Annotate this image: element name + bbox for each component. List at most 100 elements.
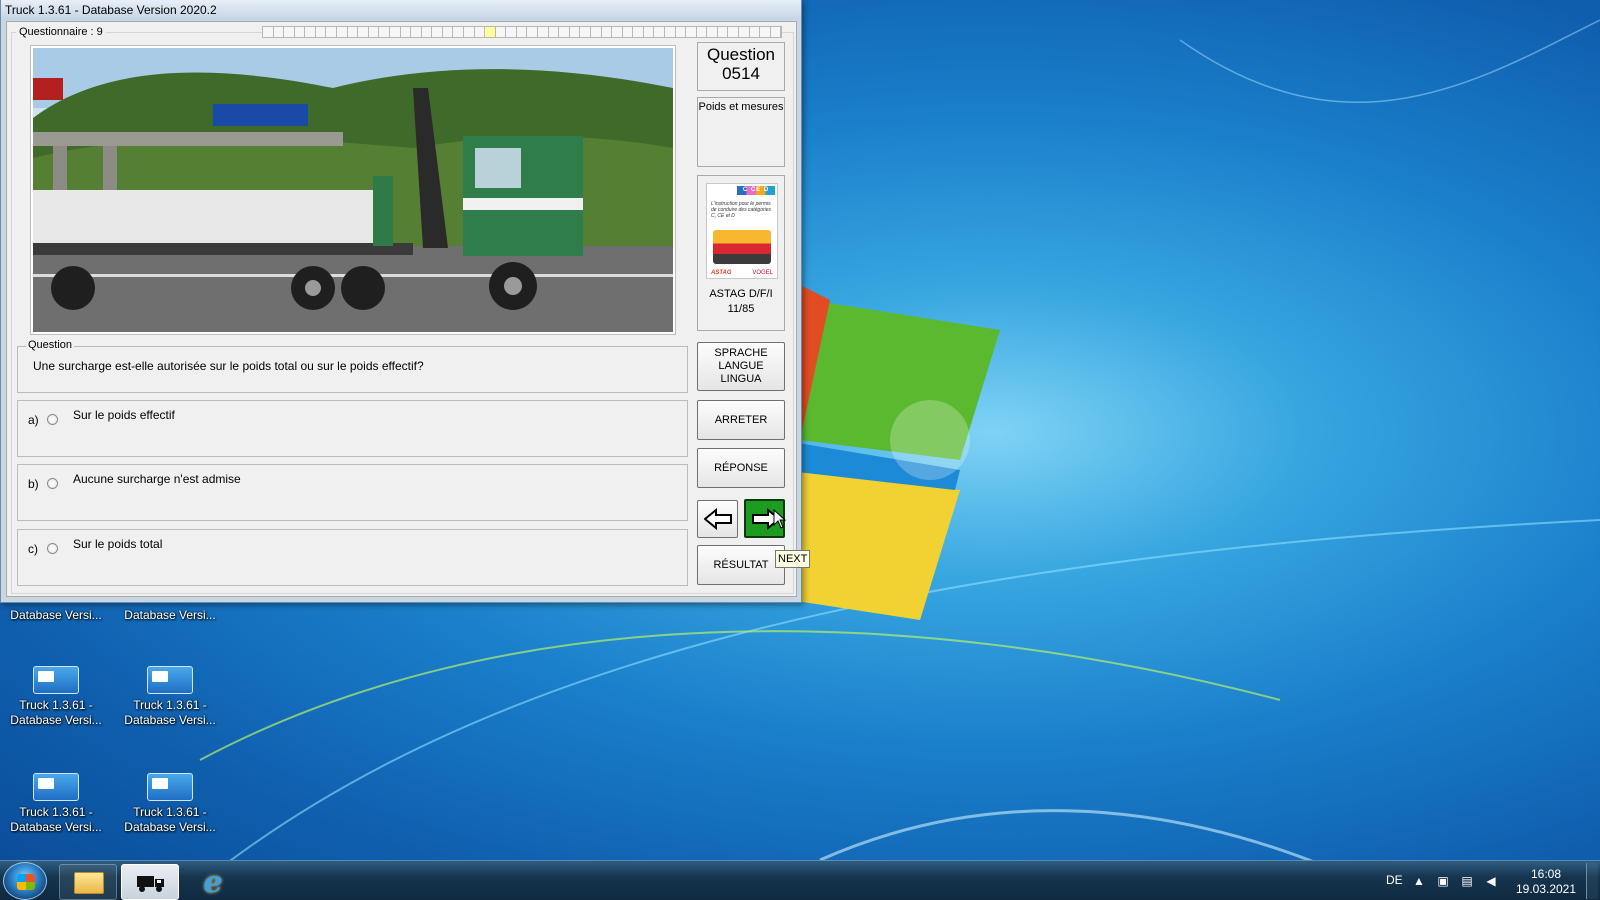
tray-language[interactable]: DE (1386, 873, 1403, 900)
truck-photo-image (33, 48, 673, 332)
previous-question-button[interactable] (697, 500, 738, 538)
progress-segment (369, 27, 380, 37)
window-client-area: Questionnaire : 9 Question 0514 Poids et… (6, 21, 797, 597)
progress-segment (358, 27, 369, 37)
progress-segment (506, 27, 517, 37)
show-answer-button[interactable]: RÉPONSE (697, 448, 785, 488)
progress-segment (337, 27, 348, 37)
language-label-it: LINGUA (720, 373, 762, 385)
language-button[interactable]: SPRACHE LANGUE LINGUA (697, 342, 785, 391)
book-cover-categories: C CE D DE (737, 186, 775, 202)
progress-segment (549, 27, 560, 37)
question-photo (30, 45, 676, 335)
progress-segment (707, 27, 718, 37)
answer-option-b[interactable]: b) Aucune surcharge n'est admise (17, 464, 688, 521)
question-category: Poids et mesures (698, 101, 784, 113)
progress-segment (496, 27, 507, 37)
taskbar-truck-app-button[interactable] (121, 864, 179, 900)
show-desktop-button[interactable] (1586, 863, 1598, 899)
book-reference-line1: ASTAG D/F/I (709, 288, 773, 300)
progress-segment (517, 27, 528, 37)
progress-segment (686, 27, 697, 37)
progress-segment (379, 27, 390, 37)
mouse-cursor-icon (773, 509, 787, 529)
answer-letter: c) (28, 542, 38, 556)
progress-segment (728, 27, 740, 37)
question-progress-strip (262, 26, 782, 38)
question-text: Une surcharge est-elle autorisée sur le … (33, 359, 424, 373)
answer-radio-c[interactable] (47, 543, 58, 554)
tray-expand-icon[interactable]: ▲ (1412, 874, 1426, 888)
progress-segment (295, 27, 306, 37)
answer-option-c[interactable]: c) Sur le poids total (17, 529, 688, 586)
answer-letter: a) (28, 413, 39, 427)
progress-segment (623, 27, 634, 37)
progress-segment (316, 27, 327, 37)
desktop-icon-label: Database Versi... (124, 713, 216, 727)
desktop-icon-2[interactable]: Database Versi... (122, 608, 218, 623)
tray-device-icon[interactable]: ▣ (1436, 874, 1450, 888)
taskbar-ie-button[interactable]: e (183, 864, 241, 900)
question-number-box: Question 0514 (697, 42, 785, 91)
progress-segment (591, 27, 602, 37)
progress-segment (612, 27, 623, 37)
language-label-de: SPRACHE (714, 347, 768, 359)
result-button[interactable]: RÉSULTAT (697, 545, 785, 585)
desktop-icon-label: Database Versi... (10, 608, 102, 622)
question-category-box: Poids et mesures (697, 97, 785, 167)
progress-segment (527, 27, 539, 37)
truck-icon (137, 876, 164, 892)
desktop-icon-6[interactable]: Truck 1.3.61 - Database Versi... (122, 773, 218, 835)
folder-icon (74, 872, 104, 894)
taskbar-explorer-button[interactable] (59, 864, 117, 900)
desktop-icon-label: Database Versi... (10, 713, 102, 727)
taskbar-clock[interactable]: 16:08 19.03.2021 (1510, 867, 1582, 897)
progress-segment (697, 27, 708, 37)
truck-app-icon (33, 666, 79, 694)
tray-volume-icon[interactable]: ◀ (1484, 874, 1498, 888)
desktop-icon-1[interactable]: Database Versi... (8, 608, 104, 623)
progress-segment (718, 27, 729, 37)
desktop-icon-label: Truck 1.3.61 - (133, 698, 207, 712)
progress-segment (475, 27, 486, 37)
progress-segment (644, 27, 655, 37)
taskbar: e DE ▲ ▣ ▤ ◀ 16:08 19.03.2021 (0, 860, 1600, 900)
windows-flag-icon (17, 874, 35, 890)
desktop-icon-label: Truck 1.3.61 - (19, 698, 93, 712)
progress-segment (274, 27, 285, 37)
window-title[interactable]: Truck 1.3.61 - Database Version 2020.2 (1, 0, 801, 20)
bus-illustration-icon (713, 230, 771, 264)
progress-segment (284, 27, 295, 37)
progress-segment (538, 27, 549, 37)
book-reference-label: ASTAG D/F/I 11/85 (698, 287, 784, 317)
next-tooltip: NEXT (775, 550, 811, 568)
progress-segment (348, 27, 359, 37)
reference-book-box: C CE D DE L'instruction pour le permis d… (697, 175, 785, 331)
answer-option-a[interactable]: a) Sur le poids effectif (17, 400, 688, 457)
progress-segment (464, 27, 475, 37)
progress-segment (401, 27, 412, 37)
book-cover-image: C CE D DE L'instruction pour le permis d… (706, 183, 778, 279)
question-legend: Question (26, 339, 75, 351)
truck-app-icon (33, 773, 79, 801)
desktop-icon-3[interactable]: Truck 1.3.61 - Database Versi... (8, 666, 104, 728)
arrow-left-icon (704, 508, 732, 530)
desktop-icon-label: Truck 1.3.61 - (133, 805, 207, 819)
desktop-icon-4[interactable]: Truck 1.3.61 - Database Versi... (122, 666, 218, 728)
question-number-title: Question (706, 45, 776, 64)
progress-segment (665, 27, 676, 37)
answer-radio-b[interactable] (47, 478, 58, 489)
progress-segment (633, 27, 644, 37)
answer-text: Sur le poids total (73, 537, 163, 551)
desktop-icon-label: Truck 1.3.61 - (19, 805, 93, 819)
start-button[interactable] (3, 862, 47, 900)
stop-button[interactable]: ARRETER (697, 400, 785, 440)
answer-radio-a[interactable] (47, 414, 58, 425)
book-reference-line2: 11/85 (727, 303, 755, 315)
tray-network-icon[interactable]: ▤ (1460, 874, 1474, 888)
clock-date: 19.03.2021 (1515, 882, 1577, 896)
questionnaire-label: Questionnaire : 9 (16, 26, 106, 39)
desktop-icon-5[interactable]: Truck 1.3.61 - Database Versi... (8, 773, 104, 835)
book-cover-logo-left: ASTAG (711, 270, 732, 276)
progress-segment (411, 27, 422, 37)
